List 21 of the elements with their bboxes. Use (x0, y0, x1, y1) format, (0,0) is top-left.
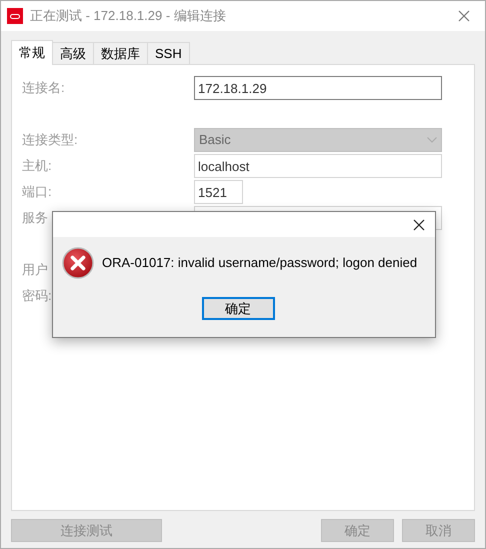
error-message: ORA-01017: invalid username/password; logon denied (102, 254, 418, 272)
caret-icon (427, 137, 437, 143)
field-label: 服务 (22, 209, 48, 228)
field-label: 连接名: (22, 79, 65, 98)
field-label: 密码: (22, 287, 52, 306)
ok-button[interactable]: 确定 (202, 297, 274, 320)
field-label: 连接类型: (22, 131, 78, 150)
text-field[interactable]: 1521 (194, 180, 243, 204)
text-field[interactable]: 172.18.1.29 (194, 76, 442, 100)
tab[interactable]: 数据库 (94, 42, 148, 64)
close-icon[interactable] (413, 218, 425, 230)
tab[interactable]: 常规 (11, 40, 53, 65)
field-label: 用户 (22, 261, 48, 280)
field-label: 主机: (22, 157, 52, 176)
tab[interactable]: SSH (148, 42, 190, 64)
window-title: 正在测试 - 172.18.1.29 - 编辑连接 (30, 7, 227, 26)
field-label: 端口: (22, 183, 52, 202)
tab[interactable]: 高级 (53, 42, 94, 64)
app-logo-icon (7, 8, 23, 24)
error-icon (62, 247, 94, 279)
text-field[interactable]: localhost (194, 154, 442, 178)
